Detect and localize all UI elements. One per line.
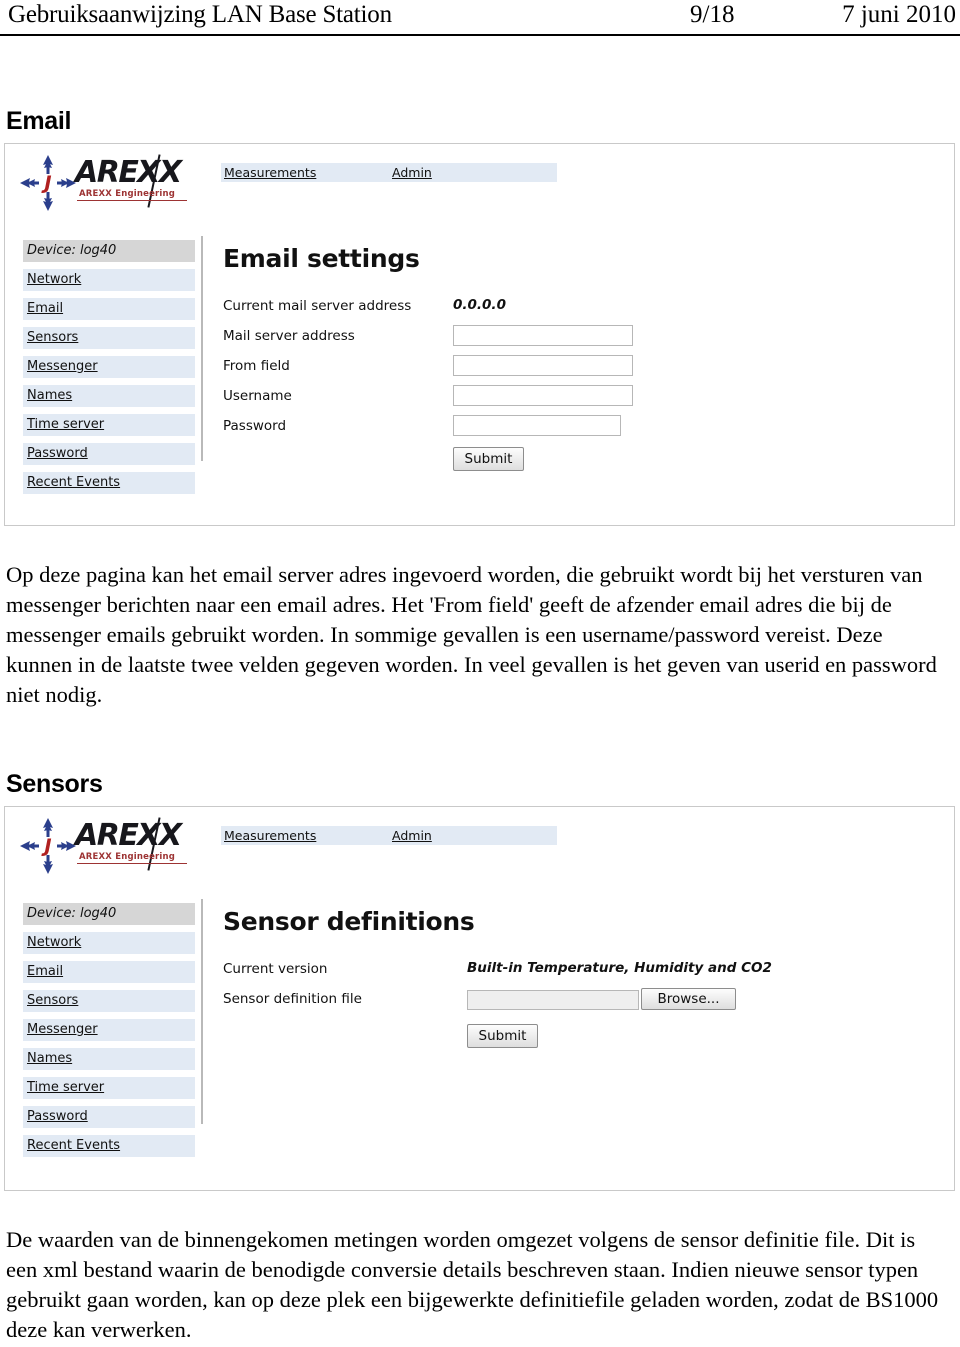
- arexx-tagline: AREXX Engineering: [79, 852, 176, 862]
- row-password: Password: [221, 415, 621, 445]
- email-settings-pane: Email settings Current mail server addre…: [221, 244, 633, 475]
- paragraph-sensors: De waarden van de binnengekomen metingen…: [6, 1227, 944, 1342]
- tab-measurements-label: Measurements: [224, 165, 317, 180]
- logo-underline-decoration: [77, 863, 187, 864]
- sidebar-item-email-label: Email: [27, 964, 64, 979]
- input-password[interactable]: [453, 415, 621, 436]
- sidebar-item-messenger[interactable]: Messenger: [23, 356, 195, 378]
- input-mail-server-address[interactable]: [453, 325, 633, 346]
- input-from-field[interactable]: [453, 355, 633, 376]
- arexx-wordmark: AREXX: [75, 155, 182, 190]
- sidebar-item-names-label: Names: [27, 1051, 73, 1066]
- sidebar-item-network-label: Network: [27, 935, 82, 950]
- label-password: Password: [223, 418, 287, 434]
- tab-admin[interactable]: Admin: [389, 826, 557, 845]
- sensor-definitions-pane: Sensor definitions Current version Built…: [221, 907, 772, 1052]
- sidebar-divider: [201, 236, 203, 461]
- tab-measurements-label: Measurements: [224, 828, 317, 843]
- sensor-definitions-title: Sensor definitions: [223, 907, 475, 936]
- paragraph-email: Op deze pagina kan het email server adre…: [6, 562, 943, 707]
- screenshot-sensor-definitions: J AREXX AREXX Engineering Measurements A…: [4, 806, 955, 1191]
- sidebar-device-label: Device: log40: [23, 903, 195, 925]
- sidebar-item-time-server-label: Time server: [27, 417, 105, 432]
- sidebar-item-recent-events[interactable]: Recent Events: [23, 1135, 195, 1157]
- sidebar-item-sensors[interactable]: Sensors: [23, 327, 195, 349]
- sidebar-item-network[interactable]: Network: [23, 932, 195, 954]
- row-sensor-definition-file: Sensor definition file Browse...: [221, 988, 736, 1022]
- email-settings-title: Email settings: [223, 244, 420, 273]
- browse-button[interactable]: Browse...: [641, 988, 736, 1010]
- document-date: 7 juni 2010: [842, 1, 956, 28]
- row-from-field: From field: [221, 355, 633, 385]
- submit-button-sensors[interactable]: Submit: [467, 1024, 538, 1048]
- sidebar-item-recent-events-label: Recent Events: [27, 475, 121, 490]
- value-current-version: Built-in Temperature, Humidity and CO2: [467, 960, 772, 976]
- sidebar-item-sensors[interactable]: Sensors: [23, 990, 195, 1012]
- row-current-version: Current version Built-in Temperature, Hu…: [221, 958, 772, 988]
- label-from-field: From field: [223, 358, 290, 374]
- sidebar-item-names[interactable]: Names: [23, 1048, 195, 1070]
- label-current-version: Current version: [223, 961, 328, 977]
- tab-admin[interactable]: Admin: [389, 163, 557, 182]
- sidebar-item-password[interactable]: Password: [23, 1106, 195, 1128]
- sidebar-item-time-server[interactable]: Time server: [23, 1077, 195, 1099]
- page-number: 9/18: [690, 1, 735, 28]
- sidebar-item-time-server-label: Time server: [27, 1080, 105, 1095]
- sidebar-item-sensors-label: Sensors: [27, 993, 79, 1008]
- sidebar-item-names-label: Names: [27, 388, 73, 403]
- tab-admin-label: Admin: [392, 828, 432, 843]
- sidebar-divider: [201, 899, 203, 1124]
- sidebar-item-password-label: Password: [27, 446, 88, 461]
- sidebar-item-email[interactable]: Email: [23, 298, 195, 320]
- document-title: Gebruiksaanwijzing LAN Base Station: [8, 1, 392, 28]
- section-heading-email: Email: [6, 107, 72, 135]
- row-current-mail-server: Current mail server address 0.0.0.0: [221, 295, 506, 325]
- sidebar-item-password-label: Password: [27, 1109, 88, 1124]
- sidebar-item-network-label: Network: [27, 272, 82, 287]
- sidebar-item-messenger[interactable]: Messenger: [23, 1019, 195, 1041]
- input-username[interactable]: [453, 385, 633, 406]
- sidebar-navigation: Device: log40 Network Email Sensors Mess…: [23, 240, 195, 501]
- row-sensors-submit: Submit: [221, 1022, 538, 1052]
- sidebar-item-names[interactable]: Names: [23, 385, 195, 407]
- value-current-mail-server: 0.0.0.0: [453, 297, 506, 313]
- arexx-logo: J AREXX AREXX Engineering: [17, 152, 192, 214]
- label-mail-server-address: Mail server address: [223, 328, 355, 344]
- section-heading-sensors: Sensors: [6, 770, 103, 798]
- arexx-tagline: AREXX Engineering: [79, 189, 176, 199]
- sidebar-item-messenger-label: Messenger: [27, 359, 98, 374]
- row-email-submit: Submit: [221, 445, 524, 475]
- sidebar-item-email[interactable]: Email: [23, 961, 195, 983]
- logo-underline-decoration: [77, 200, 187, 201]
- sidebar-item-messenger-label: Messenger: [27, 1022, 98, 1037]
- screenshot-email-settings: J AREXX AREXX Engineering Measurements A…: [4, 143, 955, 526]
- submit-button-email[interactable]: Submit: [453, 447, 524, 471]
- tab-measurements[interactable]: Measurements: [221, 826, 397, 845]
- input-sensor-definition-file[interactable]: [467, 990, 639, 1010]
- sidebar-item-email-label: Email: [27, 301, 64, 316]
- arexx-wordmark: AREXX: [75, 818, 182, 853]
- sidebar-device-label: Device: log40: [23, 240, 195, 262]
- sidebar-item-network[interactable]: Network: [23, 269, 195, 291]
- label-username: Username: [223, 388, 292, 404]
- sidebar-item-sensors-label: Sensors: [27, 330, 79, 345]
- sidebar-item-recent-events[interactable]: Recent Events: [23, 472, 195, 494]
- tab-measurements[interactable]: Measurements: [221, 163, 397, 182]
- label-sensor-definition-file: Sensor definition file: [223, 991, 362, 1007]
- label-current-mail-server: Current mail server address: [223, 298, 412, 314]
- row-mail-server-address: Mail server address: [221, 325, 633, 355]
- compass-arrows-icon: J: [20, 155, 76, 211]
- arexx-logo: J AREXX AREXX Engineering: [17, 815, 192, 877]
- tab-admin-label: Admin: [392, 165, 432, 180]
- row-username: Username: [221, 385, 633, 415]
- sidebar-navigation: Device: log40 Network Email Sensors Mess…: [23, 903, 195, 1164]
- sidebar-item-password[interactable]: Password: [23, 443, 195, 465]
- sidebar-item-time-server[interactable]: Time server: [23, 414, 195, 436]
- sidebar-item-recent-events-label: Recent Events: [27, 1138, 121, 1153]
- compass-arrows-icon: J: [20, 818, 76, 874]
- page-running-header: Gebruiksaanwijzing LAN Base Station 9/18…: [0, 0, 960, 36]
